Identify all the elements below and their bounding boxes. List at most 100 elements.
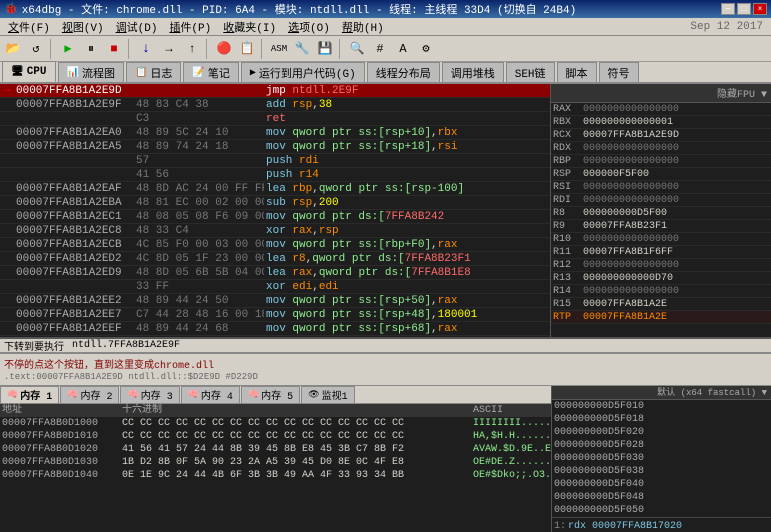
stack-row[interactable]: 000000000D5F030: [552, 452, 771, 465]
stack-row[interactable]: 000000000D5F020: [552, 426, 771, 439]
tab-seh[interactable]: SEH链: [506, 62, 555, 82]
menu-debug[interactable]: 调试(D): [110, 18, 164, 36]
disasm-row[interactable]: 00007FFA8B1A2EA5 48 89 74 24 18 mov qwor…: [0, 140, 550, 154]
disasm-bytes: [134, 84, 264, 97]
mem-tab-1[interactable]: 🧠 内存 1: [0, 386, 59, 403]
mem-tab-4[interactable]: 🧠 内存 4: [181, 386, 240, 403]
tb-run[interactable]: ▶: [57, 38, 79, 60]
trace-info: ntdll.7FFA8B1A2E9F: [72, 340, 180, 351]
reg-rdx[interactable]: RDX0000000000000000: [551, 142, 771, 155]
reg-r13[interactable]: R13000000000000D70: [551, 272, 771, 285]
tb-step-over[interactable]: →: [158, 38, 180, 60]
tab-script[interactable]: 脚本: [557, 62, 597, 82]
mem-row[interactable]: 00007FFA8B0D1030 1B D2 8B 0F 5A 90 23 2A…: [0, 456, 551, 469]
disasm-panel[interactable]: → 00007FFA8B1A2E9D jmp ntdll.2E9F 00007F…: [0, 84, 551, 337]
disasm-row[interactable]: 57 push rdi: [0, 154, 550, 168]
tab-run-user[interactable]: ▶ 运行到用户代码(G): [241, 62, 365, 82]
tb-bp-list[interactable]: 📋: [236, 38, 258, 60]
menu-plugin[interactable]: 插件(P): [163, 18, 217, 36]
mem-row[interactable]: 00007FFA8B0D1000 CC CC CC CC CC CC CC CC…: [0, 417, 551, 430]
disasm-row[interactable]: 00007FFA8B1A2EE2 48 89 44 24 50 mov qwor…: [0, 294, 550, 308]
disasm-row[interactable]: 00007FFA8B1A2EC8 48 33 C4 xor rax,rsp: [0, 224, 550, 238]
disasm-row[interactable]: → 00007FFA8B1A2E9D jmp ntdll.2E9F: [0, 84, 550, 98]
tb-step-into[interactable]: ↓: [135, 38, 157, 60]
tb-settings[interactable]: ⚙: [415, 38, 437, 60]
reg-rsp[interactable]: RSP000000F5F00: [551, 168, 771, 181]
tab-call-stack[interactable]: 调用堆栈: [442, 62, 504, 82]
tab-symbols[interactable]: 符号: [599, 62, 639, 82]
reg-rbx[interactable]: RBX000000000000001: [551, 116, 771, 129]
reg-r11[interactable]: R1100007FFA8B1F6FF: [551, 246, 771, 259]
reg-rsi[interactable]: RSI0000000000000000: [551, 181, 771, 194]
disasm-row[interactable]: 00007FFA8B1A2ED2 4C 8D 05 1F 23 00 00 le…: [0, 252, 550, 266]
tb-bp[interactable]: 🔴: [213, 38, 235, 60]
tb-mem[interactable]: 💾: [314, 38, 336, 60]
disasm-row[interactable]: 00007FFA8B1A2EBA 48 81 EC 00 02 00 00 su…: [0, 196, 550, 210]
disasm-row[interactable]: 00007FFA8B1A2ED9 48 8D 05 6B 5B 04 00 le…: [0, 266, 550, 280]
disasm-row[interactable]: 00007FFA8B1A2EA0 48 89 5C 24 10 mov qwor…: [0, 126, 550, 140]
close-button[interactable]: ×: [753, 3, 767, 15]
reg-r9[interactable]: R9 00007FFA8B23F1: [551, 220, 771, 233]
reg-rip[interactable]: RTP00007FFA8B1A2E: [551, 311, 771, 324]
reg-r10[interactable]: R100000000000000000: [551, 233, 771, 246]
tab-thread-layout[interactable]: 线程分布局: [367, 62, 440, 82]
regs-header[interactable]: 隐藏FPU ▼: [551, 84, 771, 103]
mem-row[interactable]: 00007FFA8B0D1010 CC CC CC CC CC CC CC CC…: [0, 430, 551, 443]
reg-r15[interactable]: R1500007FFA8B1A2E: [551, 298, 771, 311]
reg-rax[interactable]: RAX0000000000000000: [551, 103, 771, 116]
mem-tab-2[interactable]: 🧠 内存 2: [60, 386, 119, 403]
stack-row[interactable]: 000000000D5F010: [552, 400, 771, 413]
reg-r8[interactable]: R8 000000000D5F00: [551, 207, 771, 220]
disasm-row[interactable]: 00007FFA8B1A2EC1 48 08 05 08 F6 09 00 mo…: [0, 210, 550, 224]
tb-pause[interactable]: ⏸: [80, 38, 102, 60]
disasm-instr: jmp ntdll.2E9F: [264, 84, 550, 97]
tab-log[interactable]: 📋 日志: [126, 62, 181, 82]
reg-rdi[interactable]: RDI0000000000000000: [551, 194, 771, 207]
stack-row[interactable]: 000000000D5F050: [552, 504, 771, 517]
disasm-row[interactable]: 33 FF xor edi,edi: [0, 280, 550, 294]
disasm-row[interactable]: 41 56 push r14: [0, 168, 550, 182]
reg-rcx[interactable]: RCX00007FFA8B1A2E9D: [551, 129, 771, 142]
mem-tab-5[interactable]: 🧠 内存 5: [241, 386, 300, 403]
stack-row[interactable]: 000000000D5F040: [552, 478, 771, 491]
tab-flowgraph[interactable]: 📊 流程图: [58, 62, 124, 82]
tab-cpu[interactable]: 🖥 CPU: [2, 61, 56, 82]
mem-tab-3[interactable]: 🧠 内存 3: [120, 386, 179, 403]
tb-ref[interactable]: #: [369, 38, 391, 60]
menu-file[interactable]: 文件(F): [2, 18, 56, 36]
menu-view[interactable]: 视图(V): [56, 18, 110, 36]
disasm-row[interactable]: 00007FFA8B1A2ECB 4C 85 F0 00 03 00 00 mo…: [0, 238, 550, 252]
stack-row[interactable]: 000000000D5F028: [552, 439, 771, 452]
tb-step-out[interactable]: ↑: [181, 38, 203, 60]
tb-stop[interactable]: ■: [103, 38, 125, 60]
title-text: x64dbg - 文件: chrome.dll - PID: 6A4 - 模块:…: [22, 1, 721, 17]
mem-row[interactable]: 00007FFA8B0D1040 0E 1E 9C 24 44 4B 6F 3B…: [0, 469, 551, 482]
tb-restart[interactable]: ↺: [25, 38, 47, 60]
disasm-row[interactable]: 00007FFA8B1A2EAF 48 8D AC 24 00 FF FF le…: [0, 182, 550, 196]
mem-tab-watch[interactable]: 👁 监视1: [301, 386, 354, 403]
tb-search[interactable]: 🔍: [346, 38, 368, 60]
disasm-row[interactable]: C3 ret: [0, 112, 550, 126]
tb-asm[interactable]: ASM: [268, 38, 290, 60]
menu-favorites[interactable]: 收藏夹(I): [217, 18, 282, 36]
menu-help[interactable]: 帮助(H): [336, 18, 390, 36]
disasm-row[interactable]: 00007FFA8B1A2EE7 C7 44 28 48 16 00 18 mo…: [0, 308, 550, 322]
tb-trace[interactable]: A: [392, 38, 414, 60]
annotation-area: 不停的点这个按钮，直到这里变成chrome.dll .text:00007FFA…: [0, 353, 771, 385]
tb-patch[interactable]: 🔧: [291, 38, 313, 60]
reg-r12[interactable]: R120000000000000000: [551, 259, 771, 272]
menu-options[interactable]: 选项(O): [282, 18, 336, 36]
reg-rbp[interactable]: RBP0000000000000000: [551, 155, 771, 168]
notes-icon: 📝: [192, 67, 204, 79]
stack-row[interactable]: 000000000D5F018: [552, 413, 771, 426]
tb-open[interactable]: 📂: [2, 38, 24, 60]
stack-row[interactable]: 000000000D5F048: [552, 491, 771, 504]
disasm-row[interactable]: 00007FFA8B1A2E9F 48 83 C4 38 add rsp,38: [0, 98, 550, 112]
disasm-row[interactable]: 00007FFA8B1A2EEF 48 89 44 24 68 mov qwor…: [0, 322, 550, 336]
mem-row[interactable]: 00007FFA8B0D1020 41 56 41 57 24 44 8B 39…: [0, 443, 551, 456]
stack-row[interactable]: 000000000D5F038: [552, 465, 771, 478]
minimize-button[interactable]: ─: [721, 3, 735, 15]
tab-notes[interactable]: 📝 笔记: [183, 62, 238, 82]
reg-r14[interactable]: R140000000000000000: [551, 285, 771, 298]
maximize-button[interactable]: □: [737, 3, 751, 15]
